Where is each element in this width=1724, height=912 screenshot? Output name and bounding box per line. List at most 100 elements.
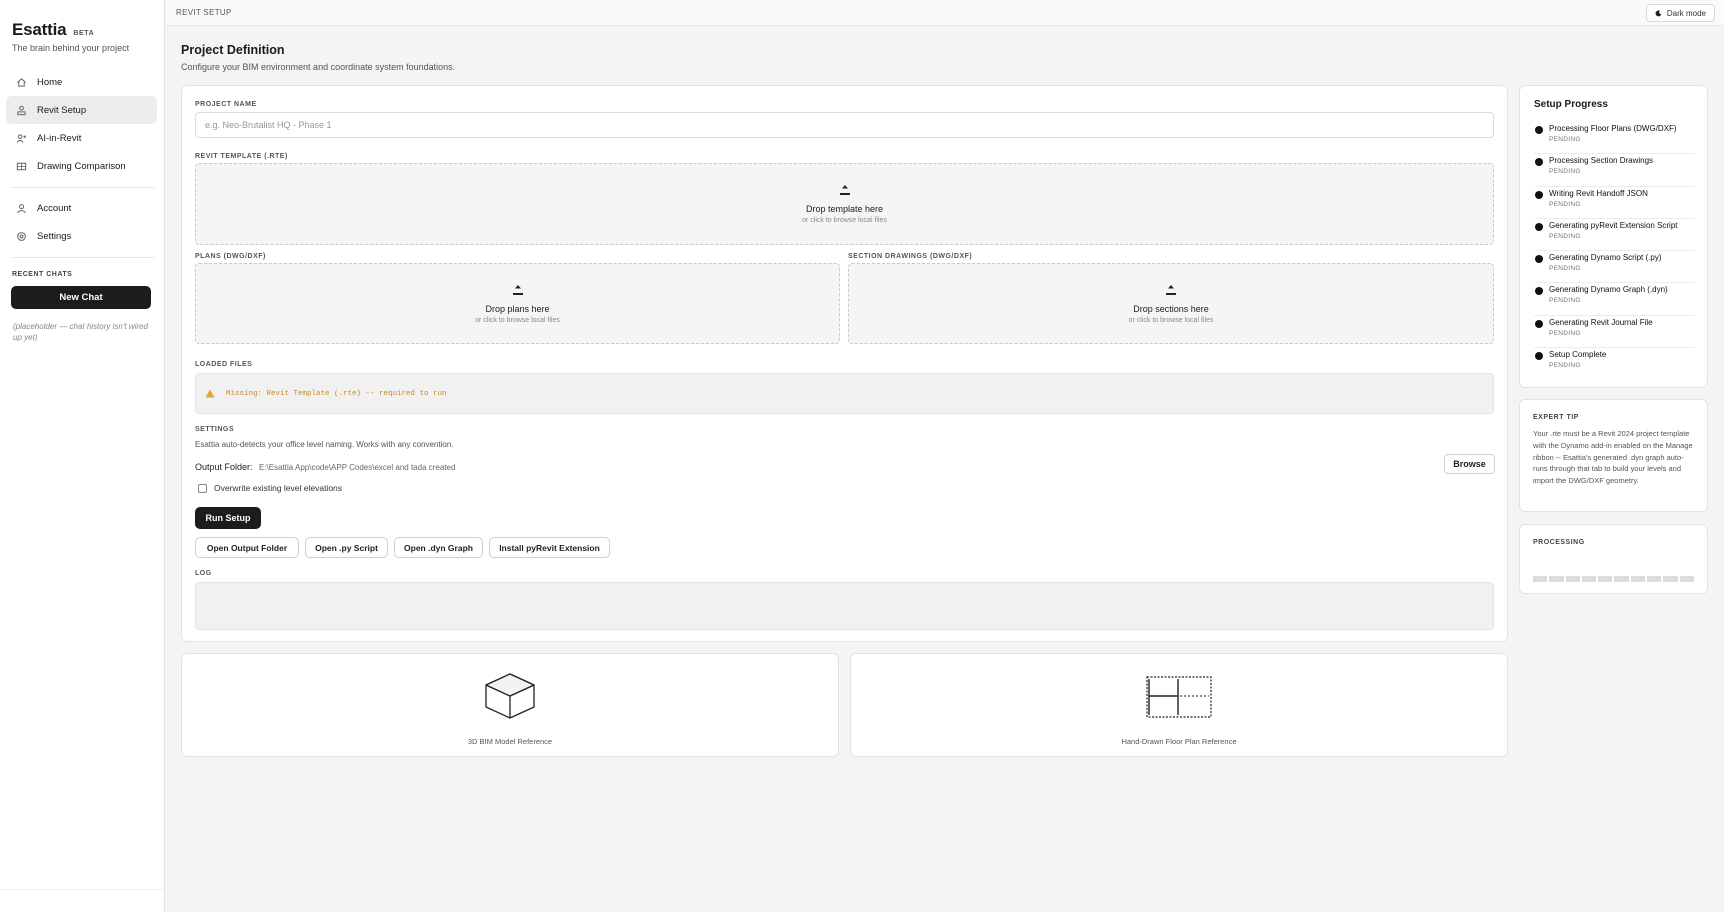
step-label: Processing Section Drawings: [1549, 156, 1654, 166]
processing-card: PROCESSING: [1519, 524, 1708, 594]
settings-description: Esattia auto-detects your office level n…: [195, 440, 454, 449]
open-output-folder-button[interactable]: Open Output Folder: [195, 537, 299, 558]
progress-step: Processing Section Drawings PENDING: [1534, 154, 1695, 187]
floor-plan-reference-card: Hand-Drawn Floor Plan Reference: [850, 653, 1508, 757]
dark-mode-label: Dark mode: [1666, 8, 1706, 18]
run-setup-button[interactable]: Run Setup: [195, 507, 261, 529]
sections-dropzone[interactable]: Drop sections here or click to browse lo…: [848, 263, 1494, 344]
setup-progress-title: Setup Progress: [1534, 99, 1608, 110]
step-status: PENDING: [1549, 136, 1581, 143]
reference-caption: 3D BIM Model Reference: [467, 737, 553, 746]
step-label: Writing Revit Handoff JSON: [1549, 188, 1648, 198]
beta-badge: BETA: [73, 30, 95, 37]
overwrite-checkbox[interactable]: [198, 483, 207, 493]
expert-tip-card: EXPERT TIP Your .rte must be a Revit 202…: [1519, 399, 1708, 512]
dropzone-subtitle: or click to browse local files: [1128, 316, 1214, 324]
ai-icon: [16, 133, 27, 144]
progress-step: Setup Complete PENDING: [1534, 348, 1695, 380]
progress-segment: [1581, 576, 1597, 582]
expert-tip-text: Your .rte must be a Revit 2024 project t…: [1533, 429, 1693, 486]
nav-label: Home: [37, 76, 63, 88]
step-label: Generating Dynamo Graph (.dyn): [1549, 285, 1668, 295]
progress-segment: [1630, 576, 1646, 582]
brand: Esattia BETA: [12, 20, 94, 40]
step-label: Generating Dynamo Script (.py): [1549, 253, 1662, 263]
install-pyrevit-button[interactable]: Install pyRevit Extension: [489, 537, 610, 558]
status-dot-icon: [1535, 158, 1543, 167]
progress-step: Generating Revit Journal File PENDING: [1534, 316, 1695, 349]
status-dot-icon: [1535, 126, 1543, 134]
template-dropzone[interactable]: Drop template here or click to browse lo…: [195, 163, 1494, 245]
browse-button[interactable]: Browse: [1444, 454, 1495, 474]
output-folder-label: Output Folder:: [195, 462, 253, 472]
progress-segment: [1565, 576, 1580, 582]
plans-dropzone[interactable]: Drop plans here or click to browse local…: [195, 263, 840, 344]
nav-item-ai-in-revit[interactable]: AI-in-Revit: [6, 124, 157, 152]
progress-segment: [1647, 576, 1662, 582]
nav-item-settings[interactable]: Settings: [6, 222, 157, 250]
sidebar-divider: [12, 187, 154, 188]
progress-segment: [1549, 576, 1564, 582]
user-icon: [16, 203, 27, 214]
progress-step: Generating pyRevit Extension Script PENDI…: [1534, 219, 1695, 252]
comparison-icon: [16, 161, 27, 172]
status-dot-icon: [1535, 352, 1543, 361]
nav-item-drawing-comparison[interactable]: Drawing Comparison: [6, 152, 157, 180]
expert-tip-title: EXPERT TIP: [1533, 414, 1579, 421]
new-chat-button[interactable]: New Chat: [11, 286, 151, 309]
gear-icon: [16, 231, 27, 242]
sections-label: SECTION DRAWINGS (DWG/DXF): [848, 253, 973, 260]
page-subtitle: Configure your BIM environment and coord…: [181, 62, 456, 72]
home-icon: [16, 77, 27, 88]
step-label: Generating Revit Journal File: [1549, 317, 1653, 327]
project-name-input[interactable]: [195, 112, 1494, 138]
step-label: Generating pyRevit Extension Script: [1549, 220, 1678, 230]
loaded-files-box: Missing: Revit Template (.rte) -- requir…: [195, 373, 1494, 414]
dropzone-title: Drop template here: [805, 204, 884, 214]
nav-label: Account: [37, 202, 72, 214]
breadcrumb: REVIT SETUP: [176, 8, 232, 17]
page-title: Project Definition: [181, 43, 285, 57]
tagline: The brain behind your project: [12, 43, 130, 53]
processing-progress-bar: [1533, 576, 1694, 582]
open-dyn-graph-button[interactable]: Open .dyn Graph: [394, 537, 483, 558]
upload-icon: [1166, 284, 1176, 295]
secondary-nav: Account Settings: [6, 194, 157, 250]
overwrite-label: Overwrite existing level elevations: [214, 483, 343, 493]
dark-mode-toggle[interactable]: Dark mode: [1645, 4, 1715, 22]
progress-step: Generating Dynamo Script (.py) PENDING: [1534, 251, 1695, 284]
processing-title: PROCESSING: [1533, 539, 1585, 546]
dropzone-title: Drop plans here: [485, 303, 550, 314]
progress-segment: [1533, 576, 1548, 582]
nav-item-home[interactable]: Home: [6, 68, 157, 96]
dropzone-subtitle: or click to browse local files: [802, 217, 887, 224]
step-label: Setup Complete: [1549, 350, 1607, 360]
floor-plan-icon: [1146, 676, 1212, 718]
log-label: LOG: [195, 570, 212, 577]
revit-setup-icon: [16, 105, 27, 116]
overwrite-option[interactable]: Overwrite existing level elevations: [198, 483, 342, 493]
upload-icon: [839, 185, 850, 195]
step-status: PENDING: [1549, 362, 1581, 370]
step-label: Processing Floor Plans (DWG/DXF): [1549, 124, 1677, 133]
status-dot-icon: [1535, 190, 1543, 199]
nav-label: AI-in-Revit: [37, 132, 82, 144]
plans-label: PLANS (DWG/DXF): [195, 253, 266, 260]
sidebar-divider: [12, 257, 154, 258]
status-dot-icon: [1535, 287, 1543, 296]
upload-icon: [512, 284, 523, 295]
project-definition-card: PROJECT NAME REVIT TEMPLATE (.RTE) Drop …: [181, 85, 1508, 642]
step-status: PENDING: [1549, 232, 1581, 240]
progress-segment: [1679, 576, 1694, 582]
dropzone-subtitle: or click to browse local files: [475, 316, 560, 324]
step-status: PENDING: [1549, 200, 1581, 208]
nav-item-account[interactable]: Account: [6, 194, 157, 222]
progress-step: Generating Dynamo Graph (.dyn) PENDING: [1534, 283, 1695, 316]
topbar: REVIT SETUP Dark mode: [166, 0, 1724, 26]
nav-item-revit-setup[interactable]: Revit Setup: [6, 96, 157, 124]
log-output: [195, 582, 1494, 630]
cube-icon: [485, 673, 535, 719]
open-py-script-button[interactable]: Open .py Script: [305, 537, 388, 558]
progress-steps: Processing Floor Plans (DWG/DXF) PENDING …: [1534, 122, 1695, 380]
bim-model-reference-card: 3D BIM Model Reference: [181, 653, 839, 757]
